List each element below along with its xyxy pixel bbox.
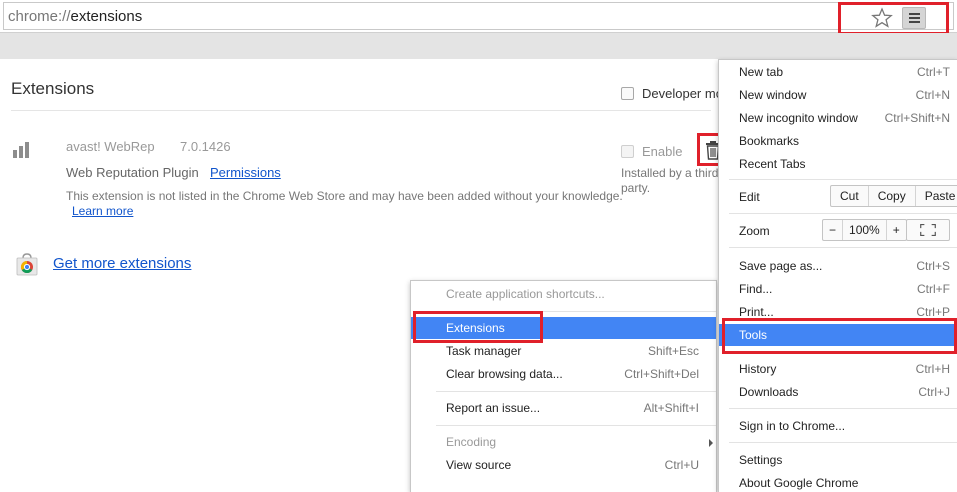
extension-version: 7.0.1426 bbox=[180, 139, 231, 154]
edit-button-group: Cut Copy Paste bbox=[830, 185, 957, 207]
url-path: extensions bbox=[70, 8, 143, 25]
cut-button[interactable]: Cut bbox=[831, 186, 869, 206]
menu-separator bbox=[729, 213, 957, 214]
installed-by-third-party-note: Installed by a third party. bbox=[621, 166, 719, 195]
menu-item-shortcut: Shift+Esc bbox=[647, 344, 699, 358]
menu-item-settings[interactable]: Settings bbox=[719, 449, 957, 471]
menu-item-label: Save page as... bbox=[739, 259, 823, 273]
menu-item-label: Downloads bbox=[739, 385, 799, 399]
url-scheme: chrome:// bbox=[8, 8, 71, 25]
menu-separator bbox=[436, 425, 716, 426]
enable-checkbox[interactable] bbox=[621, 145, 634, 158]
chrome-web-store-icon bbox=[16, 253, 38, 276]
menu-item-shortcut: Ctrl+H bbox=[915, 362, 950, 376]
menu-item-shortcut: Ctrl+Shift+Del bbox=[624, 367, 699, 381]
copy-button[interactable]: Copy bbox=[869, 186, 916, 206]
menu-item-shortcut: Ctrl+T bbox=[917, 65, 950, 79]
menu-item-shortcut: Ctrl+N bbox=[915, 88, 950, 102]
menu-item-label: View source bbox=[446, 458, 512, 472]
paste-button[interactable]: Paste bbox=[916, 186, 957, 206]
menu-item-task-manager[interactable]: Task manager Shift+Esc bbox=[411, 340, 716, 362]
menu-item-save-page[interactable]: Save page as... Ctrl+S bbox=[719, 255, 957, 277]
title-divider bbox=[11, 110, 711, 111]
menu-item-label: Create application shortcuts... bbox=[446, 287, 605, 301]
enable-toggle[interactable]: Enable bbox=[621, 144, 682, 159]
menu-item-recent-tabs[interactable]: Recent Tabs bbox=[719, 153, 957, 175]
menu-item-label: Encoding bbox=[446, 435, 497, 449]
menu-item-bookmarks[interactable]: Bookmarks bbox=[719, 130, 957, 152]
menu-item-label: Recent Tabs bbox=[739, 157, 806, 171]
menu-item-create-shortcuts[interactable]: Create application shortcuts... bbox=[411, 283, 716, 305]
omnibox-url[interactable]: chrome://extensions bbox=[8, 8, 142, 25]
menu-item-label: Bookmarks bbox=[739, 134, 800, 148]
menu-item-label: Clear browsing data... bbox=[446, 367, 563, 381]
webrep-bars-icon bbox=[13, 138, 35, 158]
zoom-out-button[interactable]: − bbox=[823, 220, 844, 240]
menu-item-label: New window bbox=[739, 88, 807, 102]
menu-item-about[interactable]: About Google Chrome bbox=[719, 472, 957, 492]
zoom-level: 100% bbox=[843, 220, 887, 240]
bookmark-bar bbox=[0, 33, 957, 59]
annotation-highlight-tools bbox=[722, 318, 957, 354]
menu-item-clear-browsing-data[interactable]: Clear browsing data... Ctrl+Shift+Del bbox=[411, 363, 716, 385]
annotation-highlight-menu-button bbox=[838, 2, 949, 35]
fullscreen-icon[interactable] bbox=[906, 219, 950, 241]
chrome-main-menu: New tab Ctrl+T New window Ctrl+N New incog… bbox=[718, 59, 957, 492]
menu-item-shortcut: Ctrl+U bbox=[664, 458, 699, 472]
permissions-link[interactable]: Permissions bbox=[210, 165, 281, 180]
menu-item-history[interactable]: History Ctrl+H bbox=[719, 358, 957, 380]
browser-toolbar: chrome://extensions bbox=[0, 0, 957, 33]
menu-item-encoding[interactable]: Encoding bbox=[411, 431, 716, 453]
get-more-extensions-link[interactable]: Get more extensions bbox=[53, 255, 191, 272]
menu-item-label: Sign in to Chrome... bbox=[739, 419, 846, 433]
learn-more-link[interactable]: Learn more bbox=[72, 204, 133, 218]
menu-item-new-incognito-window[interactable]: New incognito window Ctrl+Shift+N bbox=[719, 107, 957, 129]
menu-item-label: Report an issue... bbox=[446, 401, 541, 415]
menu-item-shortcut: Ctrl+S bbox=[916, 259, 950, 273]
menu-item-downloads[interactable]: Downloads Ctrl+J bbox=[719, 381, 957, 403]
menu-item-shortcut: Ctrl+Shift+N bbox=[884, 111, 950, 125]
menu-item-shortcut: Ctrl+J bbox=[918, 385, 950, 399]
menu-separator bbox=[729, 247, 957, 248]
annotation-highlight-extensions bbox=[413, 311, 543, 343]
menu-item-label: Task manager bbox=[446, 344, 522, 358]
menu-item-view-source[interactable]: View source Ctrl+U bbox=[411, 454, 716, 476]
zoom-button-group: − 100% + bbox=[822, 219, 907, 241]
developer-mode-checkbox[interactable] bbox=[621, 87, 634, 100]
menu-item-label: Settings bbox=[739, 453, 783, 467]
extension-name: avast! WebRep bbox=[66, 139, 155, 154]
menu-separator bbox=[436, 391, 716, 392]
menu-item-label: Find... bbox=[739, 282, 773, 296]
omnibox[interactable]: chrome://extensions bbox=[3, 2, 954, 30]
menu-separator bbox=[729, 179, 957, 180]
menu-item-label: Edit bbox=[739, 190, 760, 204]
menu-item-find[interactable]: Find... Ctrl+F bbox=[719, 278, 957, 300]
menu-item-new-window[interactable]: New window Ctrl+N bbox=[719, 84, 957, 106]
menu-item-shortcut: Alt+Shift+I bbox=[643, 401, 699, 415]
menu-item-label: New incognito window bbox=[739, 111, 858, 125]
enable-label: Enable bbox=[642, 144, 683, 159]
menu-item-label: Zoom bbox=[739, 224, 770, 238]
menu-separator bbox=[729, 442, 957, 443]
extension-warning: This extension is not listed in the Chro… bbox=[66, 189, 623, 203]
menu-item-shortcut: Ctrl+F bbox=[917, 282, 950, 296]
menu-item-label: New tab bbox=[739, 65, 784, 79]
page-title: Extensions bbox=[11, 79, 95, 98]
menu-item-new-tab[interactable]: New tab Ctrl+T bbox=[719, 61, 957, 83]
menu-item-sign-in[interactable]: Sign in to Chrome... bbox=[719, 415, 957, 437]
submenu-arrow-icon bbox=[709, 439, 713, 447]
zoom-in-button[interactable]: + bbox=[887, 220, 906, 240]
menu-item-report-issue[interactable]: Report an issue... Alt+Shift+I bbox=[411, 397, 716, 419]
extension-description: Web Reputation Plugin bbox=[66, 165, 199, 180]
menu-item-label: About Google Chrome bbox=[739, 476, 859, 490]
menu-item-label: History bbox=[739, 362, 777, 376]
menu-separator bbox=[729, 408, 957, 409]
